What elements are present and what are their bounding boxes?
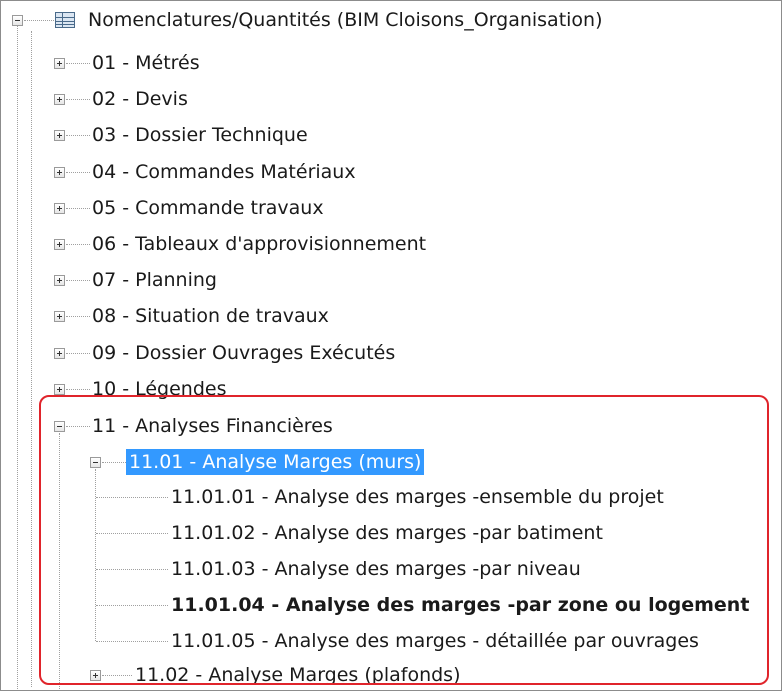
leaf-connector: [96, 569, 168, 570]
table-icon: [55, 12, 75, 28]
category-label[interactable]: 06 - Tableaux d'approvisionnement: [89, 231, 429, 257]
category-connector: [66, 171, 90, 173]
level3-tree-line: [95, 469, 96, 641]
subgroup-1101-label[interactable]: 11.01 - Analyse Marges (murs): [126, 449, 425, 475]
category-expand-toggle[interactable]: [54, 383, 65, 395]
category-expand-toggle[interactable]: [54, 130, 65, 142]
category-expand-toggle[interactable]: [54, 166, 65, 178]
subgroup-1102-connector: [102, 675, 132, 676]
category-connector: [66, 63, 90, 64]
category-connector: [66, 388, 90, 390]
category-connector: [66, 99, 90, 101]
category-expand-toggle[interactable]: [54, 239, 65, 250]
category-label[interactable]: 04 - Commandes Matériaux: [89, 159, 359, 185]
schedule-item-label[interactable]: 11.01.05 - Analyse des marges - détaillé…: [168, 628, 702, 654]
category-label[interactable]: 03 - Dossier Technique: [89, 122, 311, 148]
category-expand-toggle[interactable]: [54, 347, 65, 359]
category-connector: [66, 316, 90, 318]
category-label[interactable]: 08 - Situation de travaux: [89, 303, 332, 329]
level1-tree-line: [31, 31, 32, 687]
category-expand-toggle[interactable]: [54, 202, 65, 214]
category-expand-toggle[interactable]: [54, 94, 65, 106]
category-connector: [66, 244, 90, 245]
category-connector: [66, 207, 90, 209]
category-connector: [66, 280, 90, 282]
schedule-item-label[interactable]: 11.01.04 - Analyse des marges -par zone …: [168, 592, 752, 618]
category-label[interactable]: 09 - Dossier Ouvrages Exécutés: [89, 340, 398, 366]
subgroup-1102-expand-toggle[interactable]: [90, 670, 101, 681]
subgroup-1101-connector: [102, 462, 126, 463]
category-11-collapse-toggle[interactable]: [54, 421, 65, 432]
category-label[interactable]: 07 - Planning: [89, 267, 220, 293]
category-expand-toggle[interactable]: [54, 311, 65, 323]
subgroup-1101-collapse-toggle[interactable]: [90, 457, 101, 468]
schedule-item-label[interactable]: 11.01.01 - Analyse des marges -ensemble …: [168, 484, 667, 510]
root-connector: [24, 20, 54, 21]
root-collapse-toggle[interactable]: [12, 15, 23, 26]
project-browser-tree: Nomenclatures/Quantités (BIM Cloisons_Or…: [0, 0, 782, 691]
category-11-label[interactable]: 11 - Analyses Financières: [89, 413, 336, 439]
category-label[interactable]: 01 - Métrés: [89, 50, 203, 76]
root-node-label[interactable]: Nomenclatures/Quantités (BIM Cloisons_Or…: [85, 7, 606, 33]
category-expand-toggle[interactable]: [54, 275, 65, 287]
schedule-item-label[interactable]: 11.01.02 - Analyse des marges -par batim…: [168, 520, 606, 546]
category-connector: [66, 135, 90, 137]
category-label[interactable]: 10 - Légendes: [89, 376, 230, 402]
schedule-item-label[interactable]: 11.01.03 - Analyse des marges -par nivea…: [168, 556, 584, 582]
root-tree-line: [17, 25, 18, 689]
level2-tree-line: [59, 433, 60, 689]
subgroup-1102-label[interactable]: 11.02 - Analyse Marges (plafonds): [132, 662, 464, 688]
leaf-connector: [96, 497, 168, 498]
category-connector: [66, 352, 90, 354]
leaf-connector: [96, 641, 168, 642]
category-label[interactable]: 05 - Commande travaux: [89, 195, 327, 221]
category-11-connector: [66, 426, 90, 427]
leaf-connector: [96, 605, 168, 606]
category-label[interactable]: 02 - Devis: [89, 86, 191, 112]
category-expand-toggle[interactable]: [54, 58, 65, 69]
leaf-connector: [96, 533, 168, 534]
